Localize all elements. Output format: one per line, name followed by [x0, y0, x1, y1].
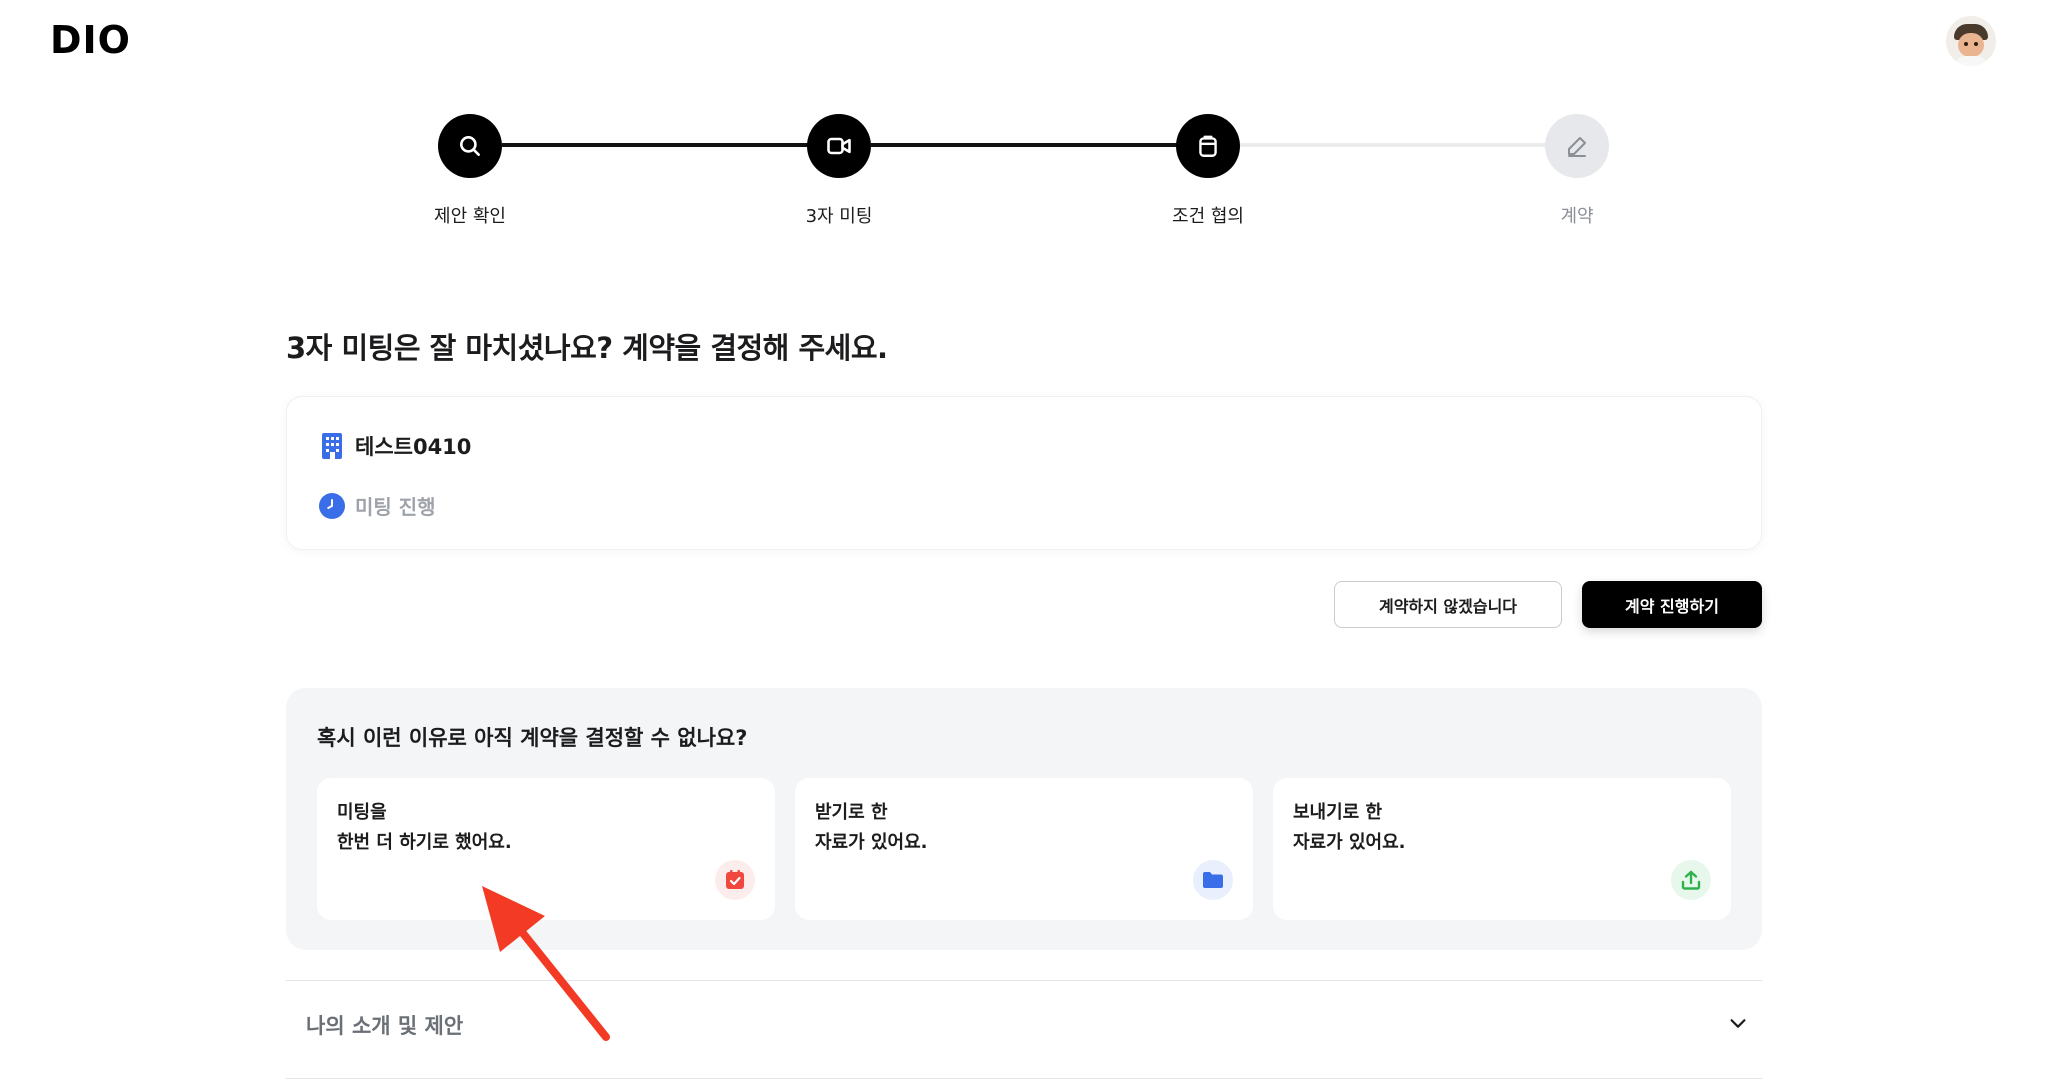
step-connector-2	[871, 143, 1210, 147]
red-arrow-annotation	[482, 886, 610, 1041]
page-title: 3자 미팅은 잘 마치셨나요? 계약을 결정해 주세요.	[286, 331, 888, 365]
step-label-terms-negotiation: 조건 협의	[1172, 206, 1244, 227]
building-icon	[322, 433, 342, 459]
step-label-contract: 계약	[1560, 206, 1594, 227]
reason-text: 보내기로 한 자료가 있어요.	[1293, 802, 1406, 853]
step-terms-negotiation	[1176, 114, 1240, 178]
calendar-check-icon	[715, 860, 755, 900]
clock-icon	[319, 492, 345, 519]
step-label-proposal-check: 제안 확인	[434, 206, 506, 227]
step-connector-3	[1240, 143, 1579, 147]
company-row: 테스트0410	[319, 431, 471, 461]
proceed-contract-button[interactable]: 계약 진행하기	[1582, 581, 1762, 628]
step-three-way-meeting	[807, 114, 871, 178]
user-avatar[interactable]	[1946, 16, 1996, 66]
reasons-title: 혹시 이런 이유로 아직 계약을 결정할 수 없나요?	[317, 726, 748, 750]
chevron-down-icon[interactable]	[1727, 1012, 1749, 1034]
company-name: 테스트0410	[355, 435, 472, 459]
clipboard-icon	[1199, 135, 1217, 157]
step-connector-1	[502, 143, 841, 147]
meeting-status: 미팅 진행	[355, 495, 436, 519]
folder-icon	[1193, 860, 1233, 900]
dio-logo[interactable]: DIO	[50, 18, 131, 62]
pencil-icon	[1568, 137, 1586, 157]
step-label-three-way-meeting: 3자 미팅	[805, 206, 873, 227]
reason-text: 미팅을 한번 더 하기로 했어요.	[337, 802, 512, 853]
meeting-info-card: 테스트0410 미팅 진행	[286, 396, 1762, 550]
accordion-divider-bottom	[286, 1078, 1762, 1079]
upload-icon	[1671, 860, 1711, 900]
decline-contract-button[interactable]: 계약하지 않겠습니다	[1334, 581, 1562, 628]
accordion-intro-and-proposal[interactable]: 나의 소개 및 제안	[306, 1010, 463, 1040]
contract-decision-page: DIO 제안 확인 3자 미팅 조건 협의 계약 3자 미팅은 잘 마치셨나요?…	[0, 0, 2048, 1082]
meeting-status-row: 미팅 진행	[319, 491, 436, 520]
reason-card-send-materials[interactable]: 보내기로 한 자료가 있어요.	[1273, 778, 1731, 920]
video-icon	[827, 137, 851, 155]
reason-text: 받기로 한 자료가 있어요.	[815, 802, 928, 853]
step-contract	[1545, 114, 1609, 178]
step-proposal-check	[438, 114, 502, 178]
search-icon	[460, 136, 480, 156]
reason-card-receive-materials[interactable]: 받기로 한 자료가 있어요.	[795, 778, 1253, 920]
